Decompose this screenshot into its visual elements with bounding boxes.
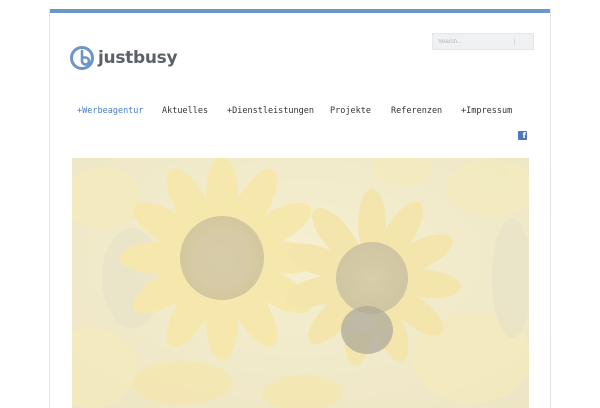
nav-item-label: Projekte [330,106,371,116]
nav-item-label: Impressum [466,106,513,116]
nav-item-aktuelles[interactable]: Aktuelles [162,106,208,116]
sunflowers-image [72,158,529,408]
nav-item-referenzen[interactable]: Referenzen [391,106,442,116]
main-navigation: +Werbeagentur Aktuelles +Dienstleistunge… [70,106,530,120]
top-accent-bar [50,9,550,13]
site-logo[interactable]: justbusy [70,45,178,71]
nav-item-label: Aktuelles [162,106,209,116]
nav-item-impressum[interactable]: +Impressum [461,106,512,116]
search-input[interactable] [433,38,518,45]
search-box[interactable] [432,33,534,50]
hero-image [72,158,529,408]
nav-item-label: Referenzen [391,106,443,116]
search-icon[interactable] [514,39,519,45]
nav-item-werbeagentur[interactable]: +Werbeagentur [77,106,144,116]
facebook-icon[interactable]: f [518,131,527,140]
brand-name: justbusy [98,48,178,68]
nav-item-label: Werbeagentur [82,106,144,116]
facebook-glyph: f [522,131,526,140]
nav-item-projekte[interactable]: Projekte [330,106,371,116]
nav-item-label: Dienstleistungen [232,106,315,116]
spiral-logo-icon [70,46,94,70]
nav-item-dienstleistungen[interactable]: +Dienstleistungen [227,106,314,116]
